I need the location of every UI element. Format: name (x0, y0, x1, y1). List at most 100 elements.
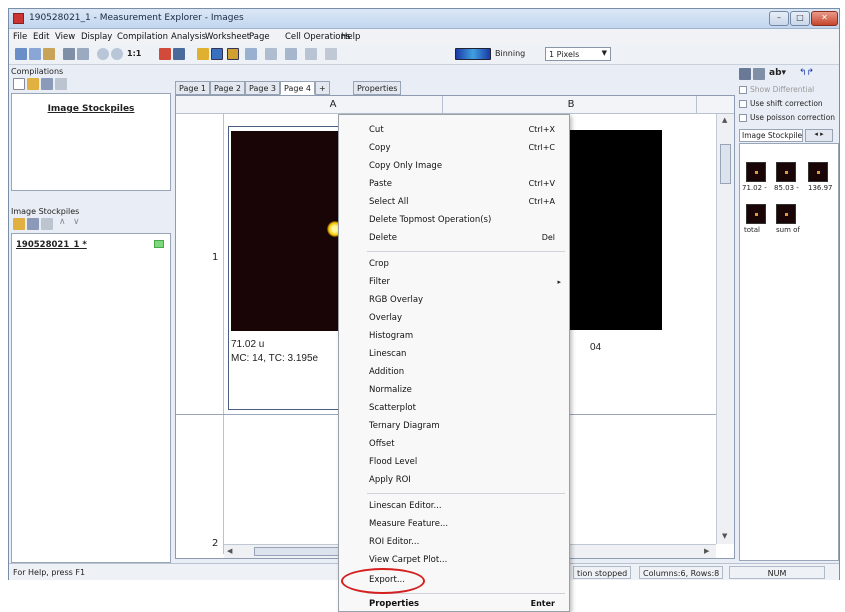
tab-page-1[interactable]: Page 1 (175, 81, 210, 95)
save-icon[interactable] (27, 218, 39, 230)
tab-scroll-buttons[interactable]: ◂ ▸ (805, 129, 833, 142)
menu-item-rgb-overlay[interactable]: RGB Overlay (369, 295, 423, 305)
menu-item-select-all[interactable]: Select All (369, 197, 408, 207)
close-button[interactable]: ✕ (811, 11, 838, 26)
menu-item-paste[interactable]: Paste (369, 179, 392, 189)
print-preview-icon[interactable] (77, 48, 89, 60)
save-icon[interactable] (41, 78, 53, 90)
scroll-down-icon[interactable]: ▼ (722, 532, 727, 540)
checkbox-box[interactable] (739, 100, 747, 108)
thumbnail-total[interactable] (746, 204, 766, 224)
menu-help[interactable]: Help (341, 32, 360, 42)
horizontal-scroll-thumb[interactable] (254, 547, 350, 556)
menu-item-filter[interactable]: Filter (369, 277, 390, 287)
thumbnail-136[interactable] (808, 162, 828, 182)
scroll-right-icon[interactable]: ▶ (704, 547, 709, 555)
menu-analysis[interactable]: Analysis (171, 32, 206, 42)
tab-properties[interactable]: Properties (353, 81, 402, 95)
compilations-list[interactable]: Image Stockpiles (11, 93, 171, 191)
grid-view-icon[interactable] (739, 68, 751, 80)
menu-item-view-carpet-plot[interactable]: View Carpet Plot... (369, 555, 447, 565)
checkbox-box[interactable] (739, 114, 747, 122)
checkbox-box[interactable] (739, 86, 747, 94)
menu-item-normalize[interactable]: Normalize (369, 385, 412, 395)
open-folder-icon[interactable] (27, 78, 39, 90)
menu-item-crop[interactable]: Crop (369, 259, 389, 269)
text-style-icon[interactable]: ab▾ (769, 68, 786, 78)
new-icon[interactable] (13, 78, 25, 90)
menu-item-offset[interactable]: Offset (369, 439, 395, 449)
menu-item-ternary-diagram[interactable]: Ternary Diagram (369, 421, 440, 431)
paste-icon[interactable] (43, 48, 55, 60)
compilations-heading[interactable]: Image Stockpiles (12, 104, 170, 114)
chart-icon[interactable] (159, 48, 171, 60)
tab-page-4[interactable]: Page 4 (280, 81, 315, 95)
menu-item-addition[interactable]: Addition (369, 367, 404, 377)
open-folder-icon[interactable] (13, 218, 25, 230)
stockpile-item[interactable]: 190528021_1 * (16, 240, 87, 250)
zoom-out-icon[interactable] (111, 48, 123, 60)
zoom-1-1-icon[interactable]: 1:1 (127, 49, 141, 58)
crop-icon[interactable] (285, 48, 297, 60)
delete-icon[interactable] (55, 78, 67, 90)
image-mode-icon[interactable] (197, 48, 209, 60)
minimize-button[interactable]: – (769, 11, 789, 26)
maximize-button[interactable]: □ (790, 11, 810, 26)
show-differential-checkbox[interactable]: Show Differential (739, 85, 839, 97)
image-mode-2-icon[interactable] (211, 48, 223, 60)
image-mode-3-icon[interactable] (227, 48, 239, 60)
menu-item-linescan-editor[interactable]: Linescan Editor... (369, 501, 442, 511)
tab-image-stockpile[interactable]: Image Stockpile (739, 129, 803, 142)
menu-item-apply-roi[interactable]: Apply ROI (369, 475, 411, 485)
print-icon[interactable] (63, 48, 75, 60)
column-b-header[interactable]: B (446, 99, 696, 110)
zoom-in-icon[interactable] (97, 48, 109, 60)
move-up-icon[interactable]: ∧ (59, 217, 66, 227)
thumbnail-panel[interactable]: 71.02 - 85.03 - 136.97 total sum of (739, 143, 839, 561)
menu-item-properties[interactable]: Properties (369, 599, 419, 609)
menu-worksheet[interactable]: Worksheet (205, 32, 250, 42)
menu-item-roi-editor[interactable]: ROI Editor... (369, 537, 419, 547)
offset-icon[interactable] (325, 48, 337, 60)
delete-icon[interactable] (41, 218, 53, 230)
tab-page-3[interactable]: Page 3 (245, 81, 280, 95)
arrow-tool-icon[interactable]: ↰↱ (799, 68, 814, 78)
menu-item-histogram[interactable]: Histogram (369, 331, 413, 341)
grid-icon[interactable] (173, 48, 185, 60)
row-1-header[interactable]: 1 (212, 252, 218, 263)
shift-correction-checkbox[interactable]: Use shift correction (739, 99, 839, 111)
menu-item-delete-topmost[interactable]: Delete Topmost Operation(s) (369, 215, 491, 225)
menu-file[interactable]: File (13, 32, 27, 42)
menu-item-delete[interactable]: Delete (369, 233, 397, 243)
thumbnail-71[interactable] (746, 162, 766, 182)
vertical-scroll-thumb[interactable] (720, 144, 731, 184)
linescan-icon[interactable] (265, 48, 277, 60)
scroll-left-icon[interactable]: ◀ (227, 547, 232, 555)
menu-item-linescan[interactable]: Linescan (369, 349, 406, 359)
binning-select[interactable]: 1 Pixels ▼ (545, 47, 611, 61)
menu-item-copy-only-image[interactable]: Copy Only Image (369, 161, 442, 171)
mw-icon[interactable] (245, 48, 257, 60)
menu-item-measure-feature[interactable]: Measure Feature... (369, 519, 448, 529)
stockpiles-list[interactable]: 190528021_1 * (11, 233, 171, 563)
menu-item-overlay[interactable]: Overlay (369, 313, 402, 323)
scroll-up-icon[interactable]: ▲ (722, 116, 727, 124)
thumbnail-85[interactable] (776, 162, 796, 182)
print-icon[interactable] (753, 68, 765, 80)
vertical-scrollbar[interactable]: ▲ ▼ (716, 114, 734, 544)
menu-item-scatterplot[interactable]: Scatterplot (369, 403, 416, 413)
thumbnail-sum[interactable] (776, 204, 796, 224)
menu-display[interactable]: Display (81, 32, 112, 42)
menu-page[interactable]: Page (249, 32, 270, 42)
filter-icon[interactable] (305, 48, 317, 60)
menu-item-cut[interactable]: Cut (369, 125, 384, 135)
row-2-header[interactable]: 2 (212, 538, 218, 549)
menu-compilation[interactable]: Compilation (117, 32, 168, 42)
poisson-correction-checkbox[interactable]: Use poisson correction (739, 113, 839, 125)
copy-icon[interactable] (29, 48, 41, 60)
menu-item-flood-level[interactable]: Flood Level (369, 457, 417, 467)
menu-view[interactable]: View (55, 32, 75, 42)
tab-page-2[interactable]: Page 2 (210, 81, 245, 95)
tab-add[interactable]: + (315, 81, 330, 95)
color-scale-icon[interactable] (455, 48, 491, 60)
